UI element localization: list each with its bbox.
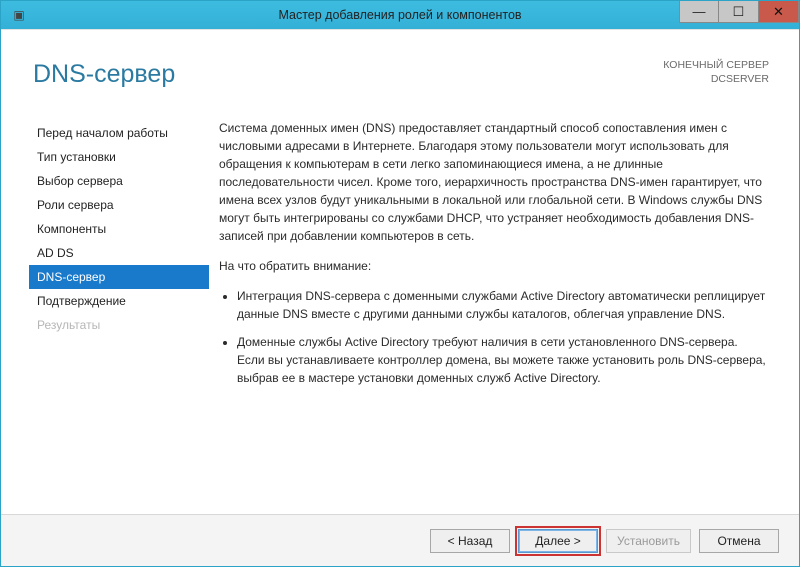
destination-server-block: КОНЕЧНЫЙ СЕРВЕР DCSERVER [663,58,769,86]
sidebar-nav: Перед началом работы Тип установки Выбор… [29,119,209,508]
sidebar-item-confirmation[interactable]: Подтверждение [29,289,209,313]
sidebar-item-server-selection[interactable]: Выбор сервера [29,169,209,193]
back-button[interactable]: < Назад [430,529,510,553]
body: Перед началом работы Тип установки Выбор… [1,107,799,514]
sidebar-item-dns-server[interactable]: DNS-сервер [29,265,209,289]
sidebar-item-before-you-begin[interactable]: Перед началом работы [29,121,209,145]
server-manager-icon: ▣ [7,5,31,25]
destination-value: DCSERVER [663,72,769,86]
maximize-button[interactable]: ☐ [719,1,759,23]
sidebar-item-features[interactable]: Компоненты [29,217,209,241]
wizard-window: ▣ Мастер добавления ролей и компонентов … [0,0,800,567]
minimize-icon: — [693,4,706,19]
cancel-button[interactable]: Отмена [699,529,779,553]
sidebar-item-install-type[interactable]: Тип установки [29,145,209,169]
sidebar-item-server-roles[interactable]: Роли сервера [29,193,209,217]
maximize-icon: ☐ [733,4,745,20]
next-button[interactable]: Далее > [518,529,598,553]
install-button: Установить [606,529,691,553]
page-title: DNS-сервер [33,60,175,89]
close-button[interactable]: ✕ [759,1,799,23]
window-controls: — ☐ ✕ [679,1,799,29]
notes-heading: На что обратить внимание: [219,257,767,275]
header: DNS-сервер КОНЕЧНЫЙ СЕРВЕР DCSERVER [1,29,799,107]
sidebar-item-results: Результаты [29,313,209,337]
sidebar-item-ad-ds[interactable]: AD DS [29,241,209,265]
notes-list: Интеграция DNS-сервера с доменными служб… [219,287,767,387]
close-icon: ✕ [773,4,784,20]
list-item: Интеграция DNS-сервера с доменными служб… [237,287,767,323]
destination-label: КОНЕЧНЫЙ СЕРВЕР [663,58,769,72]
minimize-button[interactable]: — [679,1,719,23]
content-pane: Система доменных имен (DNS) предоставляе… [209,119,771,508]
list-item: Доменные службы Active Directory требуют… [237,333,767,387]
titlebar[interactable]: ▣ Мастер добавления ролей и компонентов … [1,1,799,29]
intro-paragraph: Система доменных имен (DNS) предоставляе… [219,119,767,245]
footer: < Назад Далее > Установить Отмена [1,514,799,566]
